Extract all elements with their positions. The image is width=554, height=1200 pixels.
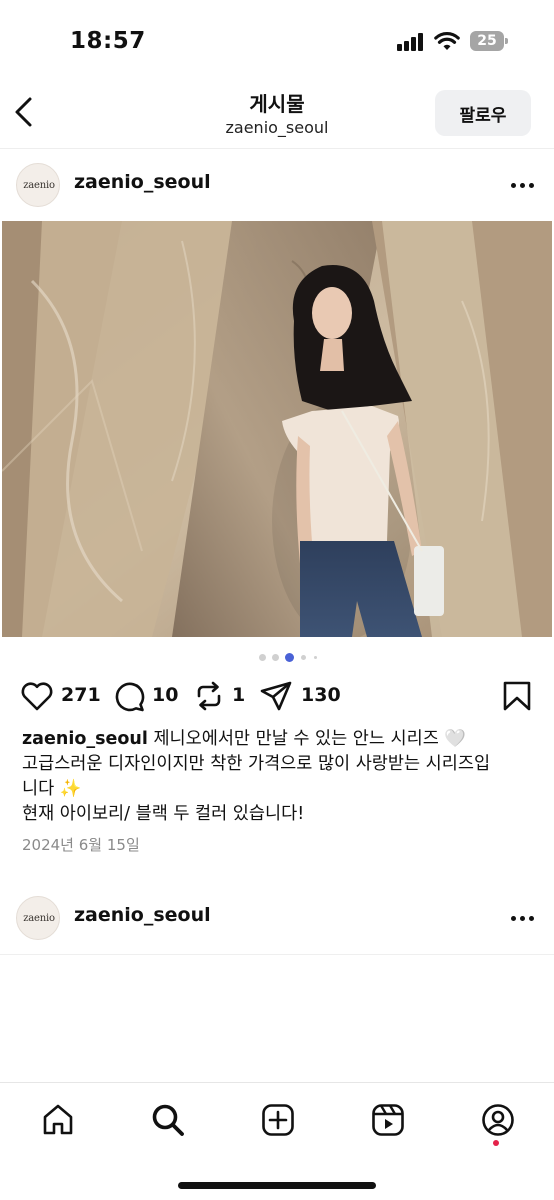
- caption-text: 제니오에서만 만날 수 있는 안느 시리즈 🤍: [153, 729, 467, 749]
- post-header: zaenio zaenio_seoul: [0, 149, 554, 221]
- caption-text: 고급스러운 디자인이지만 착한 가격으로 많이 사랑받는 시리즈입: [22, 754, 491, 774]
- search-icon: [152, 1104, 184, 1136]
- avatar-logo: zaenio: [23, 913, 55, 924]
- post-username[interactable]: zaenio_seoul: [74, 904, 211, 926]
- more-options-button[interactable]: [510, 175, 536, 195]
- share-count: 130: [301, 684, 341, 706]
- create-icon: [262, 1104, 294, 1136]
- status-time: 18:57: [70, 28, 146, 54]
- tab-home[interactable]: [37, 1099, 77, 1139]
- like-button[interactable]: 271: [20, 676, 101, 716]
- comment-count: 10: [152, 684, 179, 706]
- post-date: 2024년 6월 15일: [22, 836, 140, 854]
- post-caption: zaenio_seoul 제니오에서만 만날 수 있는 안느 시리즈 🤍 고급스…: [22, 727, 534, 827]
- tab-bar: [0, 1082, 554, 1200]
- tab-search[interactable]: [147, 1099, 187, 1139]
- cellular-signal-icon: [397, 33, 425, 51]
- post-username[interactable]: zaenio_seoul: [74, 171, 211, 193]
- post-image[interactable]: [2, 221, 552, 637]
- tab-create[interactable]: [257, 1099, 297, 1139]
- tab-profile[interactable]: [477, 1099, 517, 1139]
- caption-username[interactable]: zaenio_seoul: [22, 729, 148, 749]
- notification-dot: [493, 1140, 499, 1146]
- like-count: 271: [61, 684, 101, 706]
- nav-header: 게시물 zaenio_seoul 팔로우: [0, 80, 554, 146]
- save-button[interactable]: [502, 676, 532, 716]
- status-bar: 18:57 25: [0, 0, 554, 80]
- avatar[interactable]: zaenio: [16, 896, 60, 940]
- wifi-icon: [434, 30, 460, 52]
- post-actions: 271 10 1 130: [0, 676, 554, 716]
- caption-text: 니다 ✨: [22, 779, 82, 799]
- divider: [0, 954, 554, 955]
- comment-icon: [115, 682, 145, 712]
- avatar[interactable]: zaenio: [16, 163, 60, 207]
- follow-button[interactable]: 팔로우: [435, 90, 531, 136]
- share-button[interactable]: 130: [259, 676, 344, 716]
- carousel-dot-active: [285, 653, 294, 662]
- bookmark-icon: [503, 681, 531, 711]
- battery-level: 25: [477, 33, 497, 49]
- more-options-button[interactable]: [510, 908, 536, 928]
- caption-text: 현재 아이보리/ 블랙 두 컬러 있습니다!: [22, 804, 305, 824]
- tab-reels[interactable]: [367, 1099, 407, 1139]
- carousel-indicator: [0, 653, 554, 663]
- carousel-dot: [314, 656, 317, 659]
- profile-icon: [482, 1104, 514, 1136]
- avatar-logo: zaenio: [23, 180, 55, 191]
- heart-icon: [21, 682, 53, 711]
- carousel-dot: [259, 654, 266, 661]
- home-indicator[interactable]: [178, 1182, 376, 1189]
- comment-button[interactable]: 10: [112, 676, 182, 716]
- send-icon: [260, 681, 292, 711]
- carousel-dot: [301, 655, 306, 660]
- home-icon: [43, 1104, 73, 1135]
- carousel-dot: [272, 654, 279, 661]
- repost-icon: [197, 681, 221, 711]
- post-header: zaenio zaenio_seoul: [0, 882, 554, 954]
- repost-button[interactable]: 1: [193, 676, 248, 716]
- repost-count: 1: [232, 684, 246, 706]
- post-photo: [2, 221, 552, 637]
- battery-icon: 25: [470, 31, 508, 51]
- reels-icon: [372, 1104, 404, 1136]
